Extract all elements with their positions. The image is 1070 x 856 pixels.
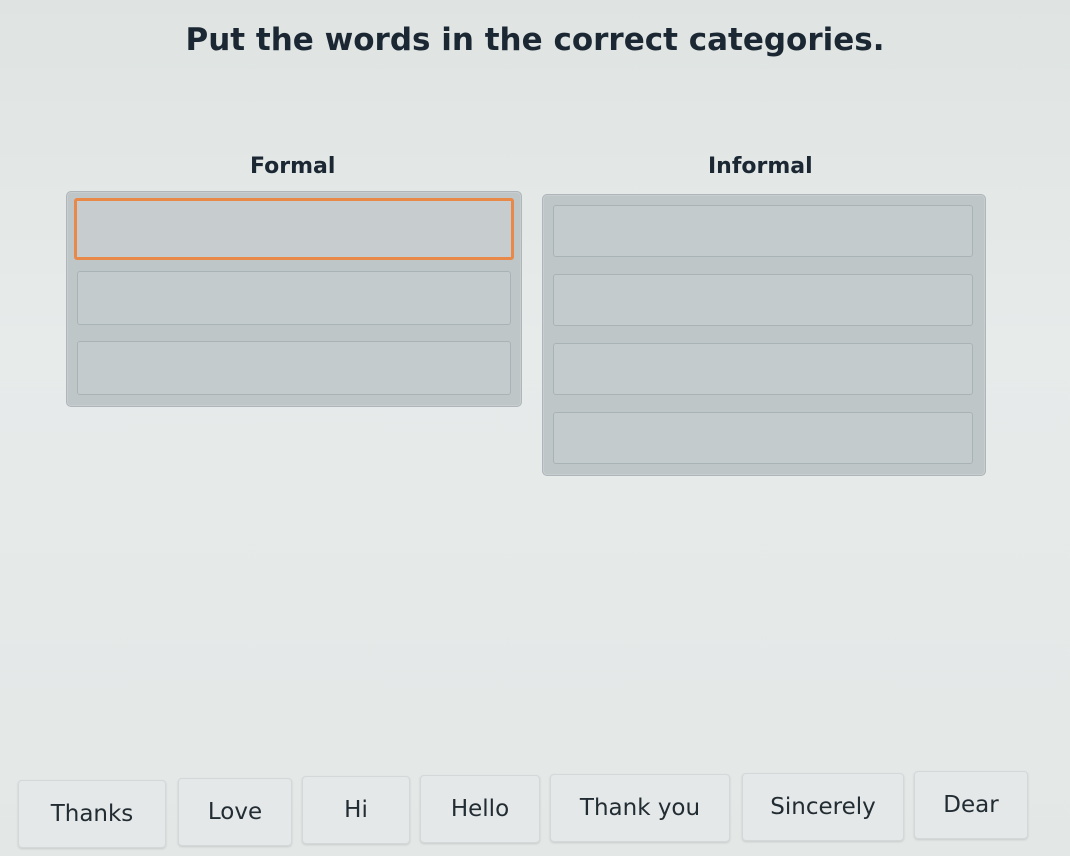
drop-zone-informal[interactable] bbox=[542, 194, 986, 476]
drop-slot-informal-4[interactable] bbox=[553, 412, 973, 464]
drop-slot-informal-1[interactable] bbox=[553, 205, 973, 257]
drop-slot-informal-3[interactable] bbox=[553, 343, 973, 395]
word-tile-sincerely[interactable]: Sincerely bbox=[742, 773, 904, 841]
word-tile-dear[interactable]: Dear bbox=[914, 771, 1028, 839]
drop-slot-formal-2[interactable] bbox=[77, 271, 511, 325]
instruction-heading: Put the words in the correct categories. bbox=[185, 22, 885, 58]
word-tile-hi[interactable]: Hi bbox=[302, 776, 410, 844]
word-tile-thanks[interactable]: Thanks bbox=[18, 780, 166, 848]
drop-zone-formal[interactable] bbox=[66, 191, 522, 407]
drop-slot-formal-3[interactable] bbox=[77, 341, 511, 395]
category-title-formal: Formal bbox=[250, 154, 336, 179]
word-tile-hello[interactable]: Hello bbox=[420, 775, 540, 843]
word-tile-love[interactable]: Love bbox=[178, 778, 292, 846]
word-tile-thank-you[interactable]: Thank you bbox=[550, 774, 730, 842]
drop-slot-informal-2[interactable] bbox=[553, 274, 973, 326]
drop-slot-formal-1[interactable] bbox=[74, 198, 514, 260]
category-title-informal: Informal bbox=[708, 154, 813, 179]
